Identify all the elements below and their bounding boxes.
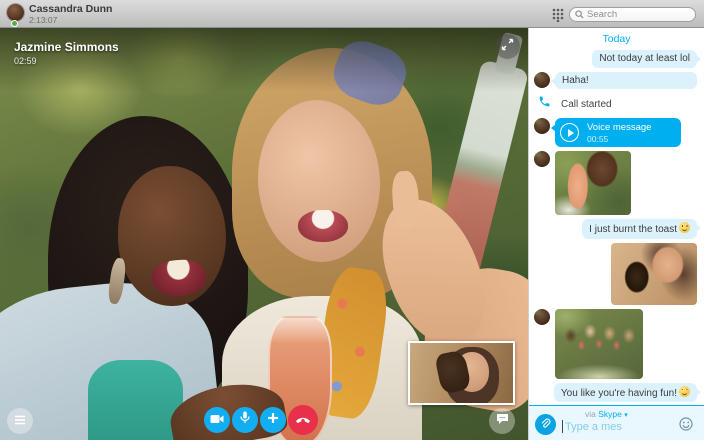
call-event-text: Call started	[561, 98, 612, 110]
play-icon[interactable]	[560, 123, 579, 142]
online-status-dot	[11, 20, 18, 27]
call-event-row: Call started	[529, 95, 704, 113]
remote-call-timer: 02:59	[14, 56, 37, 66]
message-list: Today Not today at least lol Haha! Call …	[529, 28, 704, 405]
end-call-icon	[295, 411, 311, 429]
smiley-icon	[679, 417, 693, 435]
avatar	[534, 71, 550, 88]
microphone-icon	[240, 411, 250, 429]
message-row	[529, 242, 704, 305]
remote-caller-name: Jazmine Simmons	[14, 40, 119, 54]
message-row: Voice message 00:55	[529, 118, 704, 147]
message-input[interactable]: Type a mes	[562, 420, 622, 433]
video-call-area: Jazmine Simmons 02:59	[0, 28, 528, 440]
via-service-name: Skype	[598, 409, 622, 419]
phone-icon	[538, 95, 551, 113]
via-service-selector[interactable]: via Skype ▾	[585, 409, 628, 419]
incoming-photo-message[interactable]	[555, 151, 631, 215]
microphone-button[interactable]	[232, 407, 258, 433]
skype-window: Cassandra Dunn 2:13:07 Search Jazmine Si…	[0, 0, 704, 440]
voice-message-duration: 00:55	[587, 133, 609, 144]
avatar	[534, 118, 550, 134]
chat-bubble-icon	[496, 412, 509, 430]
avatar	[534, 308, 550, 325]
message-composer: via Skype ▾ Type a mes	[529, 405, 704, 440]
chat-sidebar: Today Not today at least lol Haha! Call …	[528, 28, 704, 440]
outgoing-message: I just burnt the toast	[582, 219, 701, 239]
search-input[interactable]	[587, 9, 687, 20]
search-icon	[575, 6, 584, 24]
video-camera-button[interactable]	[204, 407, 230, 433]
search-box[interactable]	[569, 7, 696, 22]
message-row: Haha!	[529, 71, 704, 89]
title-bar: Cassandra Dunn 2:13:07	[0, 0, 704, 28]
call-menu-button[interactable]	[7, 408, 33, 434]
outgoing-photo-message[interactable]	[611, 242, 697, 305]
incoming-photo-message[interactable]	[555, 308, 643, 379]
plus-icon	[267, 411, 279, 429]
attach-file-button[interactable]	[535, 414, 556, 435]
chevron-down-icon: ▾	[624, 412, 628, 419]
toggle-chat-button[interactable]	[489, 408, 515, 434]
expand-icon	[501, 38, 514, 56]
message-row: Not today at least lol	[529, 50, 704, 68]
text-caret	[562, 420, 563, 433]
avatar	[534, 151, 550, 167]
day-header: Today	[602, 33, 631, 45]
dialpad-icon[interactable]	[551, 8, 565, 23]
contact-name: Cassandra Dunn	[29, 3, 113, 15]
self-view-video[interactable]	[408, 341, 515, 405]
incoming-message: Haha!	[551, 71, 697, 89]
party-face-emoji-icon	[679, 385, 690, 397]
add-participant-button[interactable]	[260, 407, 286, 433]
voice-message[interactable]: Voice message 00:55	[551, 118, 681, 147]
avatar[interactable]	[7, 4, 24, 27]
voice-message-title: Voice message	[587, 121, 652, 133]
emoticon-picker-button[interactable]	[679, 417, 693, 436]
message-row: I just burnt the toast	[529, 219, 704, 239]
outgoing-message: Not today at least lol	[592, 50, 701, 68]
call-controls	[204, 405, 318, 435]
call-timer: 2:13:07	[29, 15, 58, 25]
end-call-button[interactable]	[288, 405, 318, 435]
video-camera-icon	[210, 411, 224, 429]
fullscreen-expand-button[interactable]	[495, 34, 520, 59]
message-row	[529, 151, 704, 215]
flushed-face-emoji-icon	[679, 222, 690, 233]
message-row	[529, 308, 704, 379]
paperclip-icon	[540, 416, 551, 434]
message-row: You like you're having fun!	[529, 382, 704, 402]
hamburger-menu-icon	[14, 412, 26, 430]
outgoing-message: You like you're having fun!	[553, 382, 702, 402]
